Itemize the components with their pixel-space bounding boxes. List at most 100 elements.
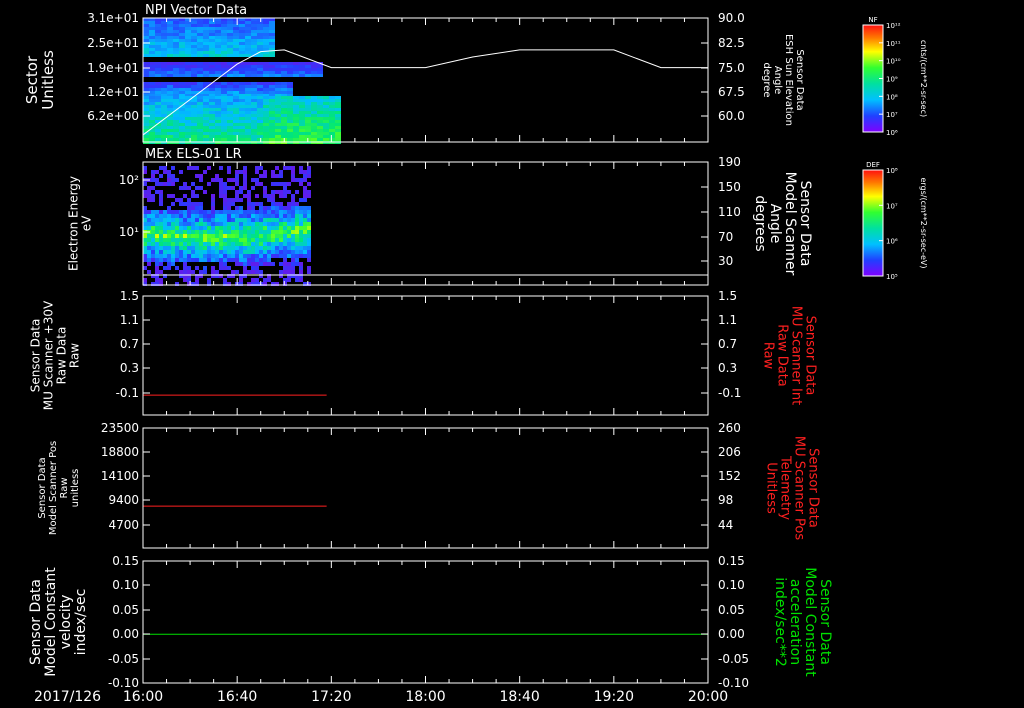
right-tick-label: 206 xyxy=(718,445,741,459)
left-axis-label-line: Electron Energy xyxy=(67,176,81,271)
left-tick-label: 10² xyxy=(119,173,139,187)
left-axis-label-line: MU Scanner +30V xyxy=(42,300,56,410)
right-axis-label-line: Sensor Data xyxy=(817,579,833,665)
right-tick-label: 152 xyxy=(718,469,741,483)
left-tick-label: 6.2e+00 xyxy=(87,109,139,123)
right-axis-label-line: Model Constant xyxy=(802,567,818,677)
right-axis-label-line: Angle xyxy=(767,204,783,244)
right-tick-label: 0.15 xyxy=(718,554,745,568)
right-tick-label: 260 xyxy=(718,421,741,435)
x-axis-labels: 16:00 16:40 17:20 18:00 18:40 19:20 20:00 2017/… xyxy=(34,689,728,705)
right-tick-label: 0.7 xyxy=(718,337,737,351)
left-axis-label-line: Sensor Data xyxy=(28,579,44,665)
els-heatmap xyxy=(143,166,311,286)
right-tick-label: 67.5 xyxy=(718,85,745,99)
right-axis-label-line: MU Scanner Pos xyxy=(792,436,807,541)
right-tick-label: 1.5 xyxy=(718,289,737,303)
right-axis-label-line: Model Scanner xyxy=(782,172,798,276)
left-axis-label-line: Raw xyxy=(68,343,82,368)
colorbar-tick-label: 10⁶ xyxy=(886,238,898,246)
right-axis-label-line: Sensor Data xyxy=(803,316,818,396)
colorbar-tick-label: 10¹² xyxy=(886,22,901,30)
right-axis-label-line: degrees xyxy=(752,195,768,251)
right-tick-label: 0.05 xyxy=(718,603,745,617)
right-tick-label: 44 xyxy=(718,518,733,532)
right-axis-label-line: acceleration xyxy=(787,579,803,665)
right-tick-label: -0.10 xyxy=(718,676,749,690)
right-tick-label: 90.0 xyxy=(718,11,745,25)
right-axis-label-line: Angle xyxy=(772,66,783,94)
colorbar-tick-label: 10¹¹ xyxy=(886,40,901,48)
left-tick-label: 14100 xyxy=(101,469,139,483)
right-axis-label-line: index/sec**2 xyxy=(772,577,788,667)
left-axis-label: Sensor Data Model Scanner Pos Raw unitless xyxy=(37,441,81,535)
axes-frame xyxy=(142,295,709,416)
colorbar-title: DEF xyxy=(866,161,880,169)
right-axis-label-line: Unitless xyxy=(764,462,779,514)
right-axis-label: Sensor DataModel Constantaccelerationind… xyxy=(772,567,833,677)
left-axis-label-line: Raw Data xyxy=(55,327,69,385)
left-tick-label: 18800 xyxy=(101,445,139,459)
npi-heatmap xyxy=(143,18,341,144)
left-axis-label: SectorUnitless xyxy=(23,50,57,110)
left-tick-label: 0.00 xyxy=(112,627,139,641)
left-tick-label: 0.10 xyxy=(112,578,139,592)
left-tick-label: 1.1 xyxy=(120,313,139,327)
axes-frame xyxy=(142,560,709,684)
x-tick-label: 19:20 xyxy=(594,689,634,705)
right-axis-label: Sensor DataModel ScannerAngledegrees xyxy=(752,172,813,276)
right-tick-label: -0.1 xyxy=(718,386,741,400)
left-tick-label: 4700 xyxy=(108,518,139,532)
right-axis-label: Sensor DataESH Sun ElevationAngledegree xyxy=(761,34,805,126)
colorbar-tick-label: 10⁸ xyxy=(886,167,898,175)
axes-frame xyxy=(142,427,709,549)
left-tick-label: 0.3 xyxy=(120,361,139,375)
left-axis-label-line: unitless xyxy=(70,469,81,508)
right-axis-label-line: Raw xyxy=(761,342,776,370)
left-axis-label-line: Raw xyxy=(59,477,70,498)
right-axis-label-line: Raw Data xyxy=(775,324,790,387)
panel-3: 1.5 1.1 0.7 0.3 -0.1 1.5 1.1 0.7 0.3 -0.1 Sensor D… xyxy=(29,289,818,416)
left-axis-label-line: velocity xyxy=(58,595,74,650)
panel-5: 0.15 0.10 0.05 0.00 -0.05 -0.10 0.15 0.10 0.05 0.… xyxy=(28,554,833,690)
left-tick-label: 2.5e+01 xyxy=(87,36,139,50)
left-tick-label: 23500 xyxy=(101,421,139,435)
left-tick-label: -0.1 xyxy=(116,386,139,400)
left-tick-label: -0.10 xyxy=(108,676,139,690)
right-tick-label: 150 xyxy=(718,180,741,194)
date-label: 2017/126 xyxy=(34,689,101,705)
x-tick-label: 17:20 xyxy=(311,689,351,705)
left-tick-label: 3.1e+01 xyxy=(87,11,139,25)
colorbar: DEF 10⁸ 10⁷ 10⁶ 10⁵ ergs/(cm**2-sr-sec-eV) xyxy=(862,161,928,281)
right-axis-label-line: MU Scanner Int xyxy=(789,306,804,405)
colorbar-tick-label: 10¹⁰ xyxy=(886,58,901,66)
left-tick-label: 1.2e+01 xyxy=(87,85,139,99)
left-axis-label-line: Unitless xyxy=(39,50,57,110)
left-axis-label-line: Sensor Data xyxy=(29,319,43,393)
right-tick-label: 0.00 xyxy=(718,627,745,641)
x-tick-label: 20:00 xyxy=(688,689,728,705)
right-tick-label: 0.10 xyxy=(718,578,745,592)
right-tick-label: 82.5 xyxy=(718,36,745,50)
panel-4: 23500 18800 14100 9400 4700 260 206 152 98 44 Sens… xyxy=(37,421,821,549)
tplot-figure: NPI Vector Data 3.1e+01 2.5e+01 1.9e+01 1.2e… xyxy=(23,3,928,705)
colorbar-tick-label: 10⁷ xyxy=(886,111,898,119)
left-axis-label: Electron Energy eV xyxy=(67,176,94,271)
left-axis-label: Sensor Data Model Constant velocityindex/s… xyxy=(28,567,89,677)
panel-1: NPI Vector Data 3.1e+01 2.5e+01 1.9e+01 1.2e… xyxy=(23,3,928,144)
panel-title: NPI Vector Data xyxy=(145,3,247,18)
left-tick-label: 9400 xyxy=(108,493,139,507)
right-axis-label: Sensor DataMU Scanner PosTelemetryUnitle… xyxy=(764,436,821,541)
left-axis-label-line: Model Scanner Pos xyxy=(48,441,59,535)
right-axis-label-line: ESH Sun Elevation xyxy=(783,34,794,126)
colorbar-unit-label: ergs/(cm**2-sr-sec-eV) xyxy=(919,177,928,268)
colorbar-tick-label: 10⁸ xyxy=(886,93,898,101)
panel-title: MEx ELS-01 LR xyxy=(145,147,242,162)
left-axis-label-line: index/sec xyxy=(73,589,89,656)
left-axis-label-line: eV xyxy=(80,215,94,231)
colorbar: NF 10¹² 10¹¹ 10¹⁰ 10⁹ 10⁸ 10⁷ 10⁶ cnts/(cm**2-sr… xyxy=(862,16,928,137)
right-tick-label: 30 xyxy=(718,254,733,268)
left-tick-label: 1.5 xyxy=(120,289,139,303)
x-tick-label: 18:00 xyxy=(405,689,445,705)
right-tick-label: 1.1 xyxy=(718,313,737,327)
